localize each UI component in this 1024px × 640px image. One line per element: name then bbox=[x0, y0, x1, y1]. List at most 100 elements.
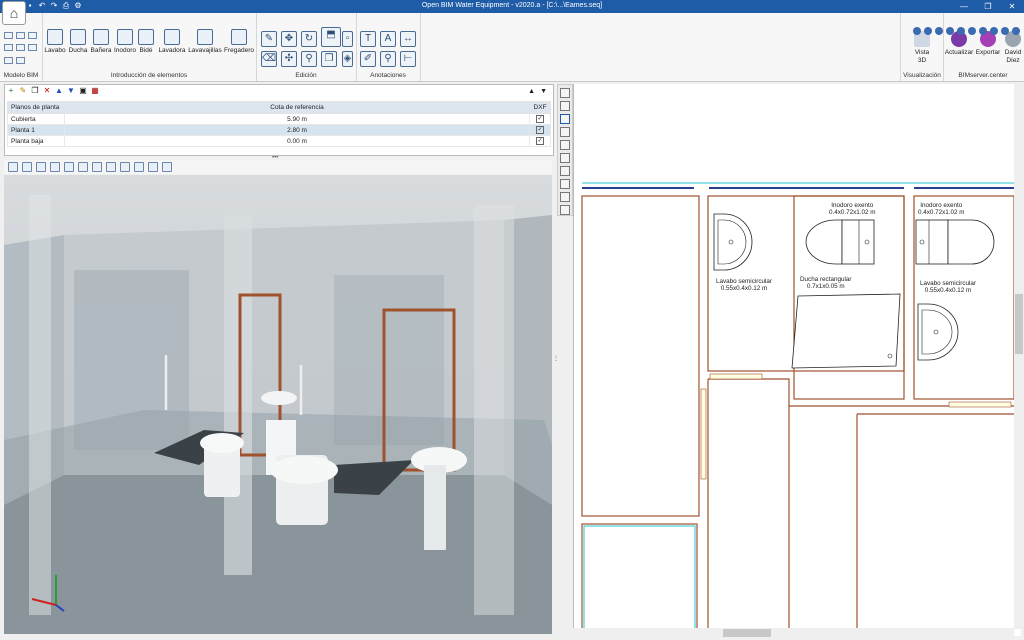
color-icon[interactable] bbox=[120, 162, 130, 172]
model-icon[interactable] bbox=[4, 32, 13, 39]
close-icon[interactable] bbox=[560, 88, 570, 98]
view-3d[interactable] bbox=[4, 175, 552, 634]
close-button[interactable]: ✕ bbox=[1000, 0, 1024, 13]
minimize-button[interactable]: — bbox=[952, 0, 976, 13]
banera-button[interactable]: Bañera bbox=[90, 29, 112, 54]
delete-icon[interactable]: ✕ bbox=[43, 87, 51, 95]
search-icon[interactable]: ⚲ bbox=[380, 51, 396, 67]
table-row[interactable]: Cubierta 5.90 m ✓ bbox=[7, 113, 551, 125]
fregadero-button[interactable]: Fregadero bbox=[224, 29, 254, 54]
settings-icon[interactable] bbox=[560, 205, 570, 215]
move-copy-icon[interactable]: ✣ bbox=[281, 51, 297, 67]
copy-icon[interactable]: ❐ bbox=[31, 87, 39, 95]
snap-icon[interactable] bbox=[560, 140, 570, 150]
column-header-dxf[interactable]: DXF bbox=[529, 101, 551, 114]
column-header-name[interactable]: Planos de planta bbox=[7, 101, 65, 114]
user-account[interactable]: David Díez bbox=[1002, 31, 1024, 65]
column-header-ref[interactable]: Cota de referencia bbox=[64, 101, 530, 114]
table-row[interactable]: Planta baja 0.00 m ✓ bbox=[7, 135, 551, 147]
table-icon[interactable] bbox=[560, 166, 570, 176]
table-row[interactable]: Planta 1 2.80 m ✓ bbox=[7, 124, 551, 136]
ruler-icon[interactable] bbox=[560, 179, 570, 189]
vista-3d-button[interactable]: Vista 3D bbox=[909, 31, 935, 65]
vertical-scrollbar[interactable] bbox=[1014, 84, 1024, 629]
scroll-thumb[interactable] bbox=[723, 629, 771, 637]
move-down-icon[interactable]: ▼ bbox=[67, 87, 75, 95]
maximize-button[interactable]: ❐ bbox=[976, 0, 1000, 13]
duplicate-icon[interactable]: ❐ bbox=[321, 51, 337, 67]
model-icon[interactable] bbox=[28, 44, 37, 51]
model-icon[interactable] bbox=[16, 44, 25, 51]
edit-icon[interactable]: ✎ bbox=[19, 87, 27, 95]
note-icon[interactable]: ✐ bbox=[360, 51, 376, 67]
help-icon[interactable] bbox=[1001, 27, 1009, 35]
toilet-plan bbox=[915, 219, 949, 265]
select-icon[interactable] bbox=[560, 114, 570, 124]
stretch-icon[interactable]: ⬒ bbox=[321, 27, 341, 47]
zoom-object-icon[interactable]: ⚲ bbox=[301, 51, 317, 67]
expand-icon[interactable]: ▼ bbox=[540, 88, 547, 95]
eye-icon[interactable] bbox=[134, 162, 144, 172]
view-icon[interactable] bbox=[979, 27, 987, 35]
dxf-checkbox[interactable]: ✓ bbox=[536, 126, 544, 134]
rotate-icon[interactable]: ↻ bbox=[301, 31, 317, 47]
render-icon[interactable] bbox=[64, 162, 74, 172]
dxf-checkbox[interactable]: ✓ bbox=[536, 115, 544, 123]
model-icon[interactable] bbox=[4, 44, 13, 51]
mirror-icon[interactable]: ◈ bbox=[342, 51, 353, 67]
view-icon[interactable] bbox=[924, 27, 932, 35]
model-icon[interactable] bbox=[16, 32, 25, 39]
fixture-label: Ducha rectangular 0.7x1x0.05 m bbox=[800, 276, 852, 290]
label-icon[interactable]: A bbox=[380, 31, 396, 47]
move-icon[interactable]: ✥ bbox=[281, 31, 297, 47]
pencil-icon[interactable]: ✎ bbox=[261, 31, 277, 47]
axes-icon[interactable] bbox=[36, 162, 46, 172]
info-icon[interactable] bbox=[1012, 27, 1020, 35]
layers-icon[interactable] bbox=[560, 153, 570, 163]
dimension-icon[interactable]: ↔ bbox=[400, 31, 416, 47]
view-icon[interactable] bbox=[935, 27, 943, 35]
bide-button[interactable]: Bidé bbox=[138, 29, 154, 54]
text-annotation-icon[interactable]: T bbox=[360, 31, 376, 47]
layers-icon[interactable] bbox=[92, 162, 102, 172]
copy-icon[interactable]: ▫ bbox=[342, 31, 353, 47]
collapse-icon[interactable]: ▲ bbox=[528, 88, 535, 95]
lavavajillas-button[interactable]: Lavavajillas bbox=[188, 29, 222, 54]
plan-view[interactable]: Inodoro exento 0.4x0.72x1.02 m Inodoro e… bbox=[573, 84, 1021, 636]
ducha-button[interactable]: Ducha bbox=[68, 29, 88, 54]
magnet-icon[interactable] bbox=[560, 101, 570, 111]
orbit-icon[interactable] bbox=[8, 162, 18, 172]
view-icon[interactable] bbox=[968, 27, 976, 35]
scroll-thumb[interactable] bbox=[1015, 294, 1023, 354]
hand-icon[interactable] bbox=[148, 162, 158, 172]
view-icon[interactable] bbox=[957, 27, 965, 35]
add-icon[interactable]: + bbox=[7, 87, 15, 95]
shade-icon[interactable] bbox=[50, 162, 60, 172]
measure-icon[interactable]: ⊢ bbox=[400, 51, 416, 67]
view-icon[interactable] bbox=[913, 27, 921, 35]
group-label: Edición bbox=[295, 72, 317, 79]
model-icon[interactable] bbox=[4, 57, 13, 64]
model-icon[interactable] bbox=[28, 32, 37, 39]
grid-icon[interactable] bbox=[560, 127, 570, 137]
group-bimserver: Actualizar Exportar David Díez BIMserver… bbox=[942, 13, 1024, 81]
view-icon[interactable] bbox=[990, 27, 998, 35]
model-icon[interactable] bbox=[16, 57, 25, 64]
grid-icon[interactable]: ▦ bbox=[91, 87, 99, 95]
vertical-splitter[interactable]: ⋮ bbox=[553, 355, 559, 362]
visibility-icon[interactable] bbox=[78, 162, 88, 172]
lavadora-button[interactable]: Lavadora bbox=[158, 29, 186, 54]
section-icon[interactable] bbox=[106, 162, 116, 172]
erase-icon[interactable]: ⌫ bbox=[261, 51, 277, 67]
refresh-icon[interactable] bbox=[560, 192, 570, 202]
view-icon[interactable] bbox=[946, 27, 954, 35]
move-up-icon[interactable]: ▲ bbox=[55, 87, 63, 95]
lavabo-button[interactable]: Lavabo bbox=[44, 29, 66, 54]
zoom-icon[interactable] bbox=[162, 162, 172, 172]
dxf-checkbox[interactable]: ✓ bbox=[536, 137, 544, 145]
image-icon[interactable]: ▣ bbox=[79, 87, 87, 95]
inodoro-button[interactable]: Inodoro bbox=[114, 29, 136, 54]
pan-icon[interactable] bbox=[22, 162, 32, 172]
app-logo[interactable]: ⌂ bbox=[2, 1, 26, 25]
horizontal-scrollbar[interactable] bbox=[573, 628, 1014, 638]
